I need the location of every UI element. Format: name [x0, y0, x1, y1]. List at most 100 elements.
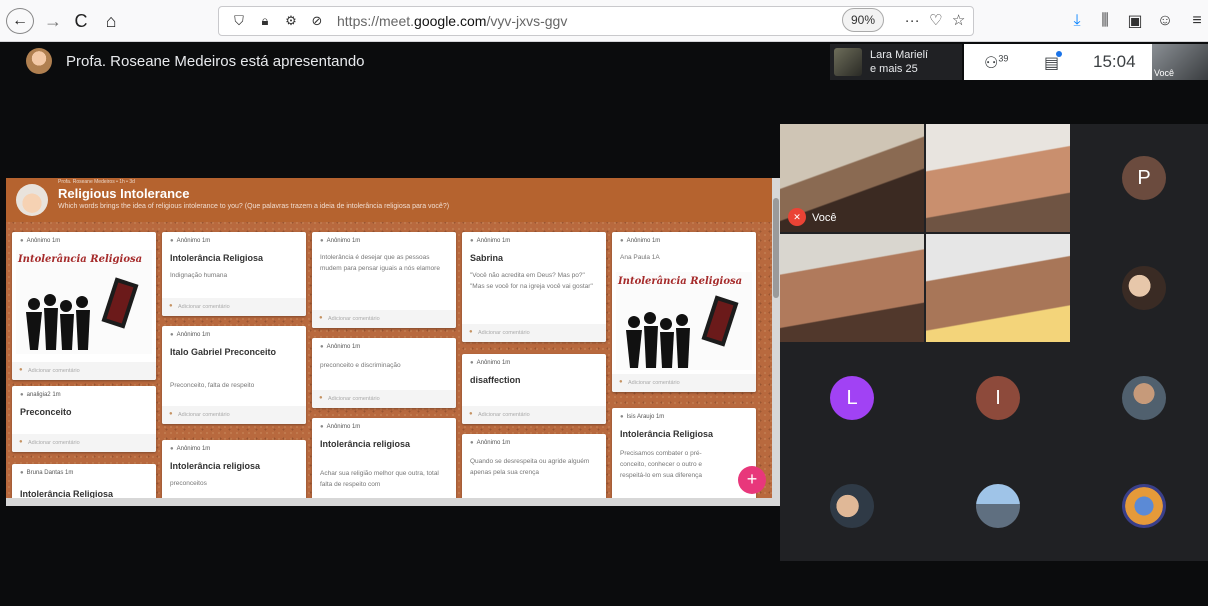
- padlet-card[interactable]: Anônimo 1m Intolerância religiosa Achar …: [312, 418, 456, 506]
- add-comment[interactable]: Adicionar comentário: [462, 406, 606, 424]
- card-author: Anônimo 1m: [620, 238, 661, 244]
- padlet-card[interactable]: analigia2 1m Preconceito Adicionar comen…: [12, 386, 156, 452]
- padlet-card[interactable]: Anônimo 1m Intolerância é desejar que as…: [312, 232, 456, 328]
- card-body: preconceitos: [170, 480, 207, 487]
- participant-avatar-p[interactable]: P: [1122, 156, 1166, 200]
- participant-tile[interactable]: [780, 234, 924, 342]
- card-author: Anônimo 1m: [470, 440, 511, 446]
- self-preview-tile[interactable]: Você: [1152, 44, 1208, 80]
- downloads-icon[interactable]: ⤓: [1066, 8, 1088, 34]
- padlet-card[interactable]: Anônimo 1m Ana Paula 1A Intolerância Rel…: [612, 232, 756, 392]
- card-author: Anônimo 1m: [470, 238, 511, 244]
- mic-off-icon: ✕: [788, 208, 806, 226]
- illustration-caption: Intolerância Religiosa: [18, 254, 143, 265]
- padlet-card[interactable]: Anônimo 1m disaffection Adicionar coment…: [462, 354, 606, 424]
- presenting-banner: Profa. Roseane Medeiros está apresentand…: [66, 53, 365, 70]
- library-icon[interactable]: ⫼: [1094, 8, 1116, 34]
- add-post-button[interactable]: +: [738, 466, 766, 494]
- card-author: analigia2 1m: [20, 392, 61, 398]
- padlet-card[interactable]: Anônimo 1m Intolerância religiosa precon…: [162, 440, 306, 506]
- camera-blocked-icon[interactable]: ⊘: [307, 13, 327, 29]
- account-icon[interactable]: ☺: [1154, 8, 1176, 34]
- horizontal-scrollbar[interactable]: [6, 498, 772, 506]
- home-button[interactable]: ⌂: [100, 8, 122, 34]
- card-author: Anônimo 1m: [470, 360, 511, 366]
- padlet-subtitle: Which words brings the idea of religious…: [58, 203, 450, 210]
- participant-avatar-i[interactable]: I: [976, 376, 1020, 420]
- card-body: "Você não acredita em Deus? Mas po?" "Ma…: [470, 272, 593, 290]
- participant-tile[interactable]: [926, 124, 1070, 232]
- padlet-avatar: [16, 184, 48, 216]
- forward-button[interactable]: →: [42, 8, 64, 34]
- card-body: Achar sua religião melhor que outra, tot…: [320, 470, 439, 488]
- menu-icon[interactable]: ≡: [1186, 8, 1208, 34]
- back-icon: ←: [12, 12, 28, 29]
- add-comment[interactable]: Adicionar comentário: [12, 362, 156, 380]
- add-comment[interactable]: Adicionar comentário: [162, 406, 306, 424]
- lock-icon[interactable]: 🔒︎: [255, 13, 275, 29]
- vertical-scrollbar[interactable]: [772, 178, 780, 506]
- padlet-card[interactable]: Anônimo 1m Sabrina "Você não acredita em…: [462, 232, 606, 342]
- padlet-card[interactable]: Anônimo 1m Intolerância Religiosa Adicio…: [12, 232, 156, 380]
- forward-icon: →: [44, 10, 62, 31]
- participant-tile-self[interactable]: ✕ Você: [780, 124, 924, 232]
- pocket-icon[interactable]: ♡: [929, 11, 942, 29]
- reload-icon: C: [74, 10, 88, 31]
- card-body: Precisamos combater o pré-conceito, conh…: [620, 450, 703, 479]
- chat-icon[interactable]: ▤: [1044, 51, 1063, 73]
- intolerance-illustration: Intolerância Religiosa: [16, 250, 152, 354]
- padlet-card[interactable]: Anônimo 1m Italo Gabriel Preconceito Pre…: [162, 326, 306, 424]
- participant-photo-avatar[interactable]: [1122, 266, 1166, 310]
- participant-photo-avatar[interactable]: [976, 484, 1020, 528]
- back-button[interactable]: ←: [6, 8, 34, 34]
- padlet-card[interactable]: Anônimo 1m preconceito e discriminação A…: [312, 338, 456, 408]
- add-comment[interactable]: Adicionar comentário: [312, 310, 456, 328]
- card-body: Quando se desrespeita ou agride alguém a…: [470, 458, 590, 476]
- participant-photo-avatar[interactable]: [1122, 376, 1166, 420]
- add-comment[interactable]: Adicionar comentário: [312, 390, 456, 408]
- shield-icon[interactable]: ⛉: [229, 13, 249, 29]
- add-comment[interactable]: Adicionar comentário: [612, 374, 756, 392]
- permissions-icon[interactable]: ⚙: [281, 13, 301, 29]
- card-body: preconceito e discriminação: [320, 362, 401, 369]
- illustration-caption: Intolerância Religiosa: [618, 276, 743, 287]
- padlet-header: Profa. Roseane Medeiros • 1h • 3d Religi…: [6, 178, 772, 222]
- zoom-level-button[interactable]: 90%: [842, 8, 885, 32]
- reload-button[interactable]: C: [70, 8, 92, 34]
- pinned-thumbnail: [834, 48, 862, 76]
- people-icon[interactable]: ⚇39: [984, 53, 1008, 73]
- bookmark-star-icon[interactable]: ☆: [952, 11, 965, 29]
- card-body: Intolerância é desejar que as pessoas mu…: [320, 254, 440, 272]
- participant-photo-avatar[interactable]: [830, 484, 874, 528]
- card-title: Italo Gabriel Preconceito: [170, 347, 277, 357]
- card-author: Anônimo 1m: [320, 424, 361, 430]
- card-author: Anônimo 1m: [20, 238, 61, 244]
- padlet-card[interactable]: Anônimo 1m Intolerância Religiosa Indign…: [162, 232, 306, 316]
- url-text[interactable]: https://meet.google.com/vyv-jxvs-ggv: [337, 13, 567, 29]
- card-title: Intolerância Religiosa: [170, 253, 264, 263]
- add-comment[interactable]: Adicionar comentário: [12, 434, 156, 452]
- participant-tile[interactable]: [926, 234, 1070, 342]
- card-title: Intolerância religiosa: [320, 439, 411, 449]
- add-comment[interactable]: Adicionar comentário: [162, 298, 306, 316]
- card-title: disaffection: [470, 375, 521, 385]
- pinned-more: e mais 25: [870, 63, 918, 75]
- padlet-title: Religious Intolerance: [58, 186, 190, 201]
- card-author: Anônimo 1m: [320, 238, 361, 244]
- pinned-participants[interactable]: Lara Marielí e mais 25: [830, 44, 962, 80]
- participant-grid: ✕ Você P L I: [780, 124, 1208, 561]
- card-title: Sabrina: [470, 253, 504, 263]
- more-actions-icon[interactable]: ···: [905, 12, 920, 29]
- browser-toolbar: ← → C ⌂ ⛉ 🔒︎ ⚙ ⊘ https://meet.google.com…: [0, 0, 1208, 42]
- padlet-card[interactable]: Isis Araujo 1m Intolerância Religiosa Pr…: [612, 408, 756, 506]
- participant-photo-avatar[interactable]: [1122, 484, 1166, 528]
- card-body: Indignação humana: [170, 272, 228, 279]
- padlet-card[interactable]: Anônimo 1m Quando se desrespeita ou agri…: [462, 434, 606, 506]
- participant-avatar-l[interactable]: L: [830, 376, 874, 420]
- padlet-byline: Profa. Roseane Medeiros • 1h • 3d: [58, 179, 135, 185]
- intolerance-illustration: Intolerância Religiosa: [616, 272, 752, 370]
- home-icon: ⌂: [105, 10, 117, 31]
- sidebar-icon[interactable]: ▣: [1124, 8, 1146, 34]
- pinned-name: Lara Marielí: [870, 49, 929, 61]
- add-comment[interactable]: Adicionar comentário: [462, 324, 606, 342]
